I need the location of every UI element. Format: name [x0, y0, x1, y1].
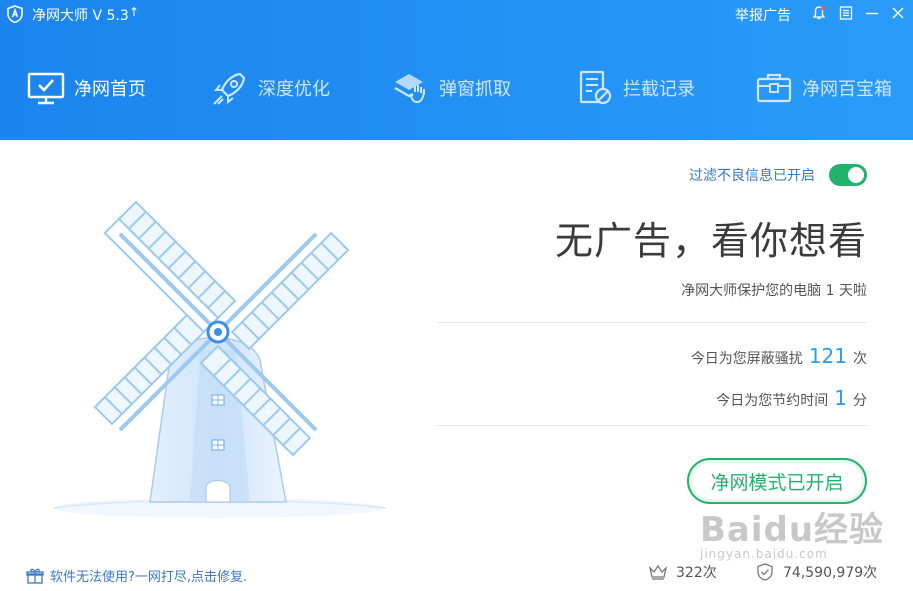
bell-icon[interactable]	[811, 5, 827, 21]
app-header: 净网大师 V 5.3 ↑ 举报广告 净网首页 深度优化 弹窗抓取 拦截记录 净网…	[0, 0, 913, 140]
nav-item-deep-optimize[interactable]: 深度优化	[210, 60, 330, 116]
divider	[437, 425, 867, 426]
windmill-illustration	[53, 200, 387, 518]
filter-toggle[interactable]	[829, 164, 867, 186]
shield-count-stat: 74,590,979次	[755, 562, 877, 582]
crown-count: 322次	[676, 565, 717, 581]
watermark: Baidu经验 jingyan.baidu.com	[700, 502, 884, 561]
nav-item-toolbox[interactable]: 净网百宝箱	[754, 60, 892, 116]
nav-label: 拦截记录	[623, 79, 695, 100]
toolbox-icon	[756, 73, 792, 103]
shield-check-icon	[757, 563, 773, 581]
protect-days-text: 净网大师保护您的电脑 1 天啦	[681, 280, 867, 300]
protect-prefix: 净网大师保护您的电脑	[681, 283, 822, 299]
blocked-suffix: 次	[853, 351, 867, 367]
protect-suffix: 天啦	[839, 283, 867, 299]
title-bar[interactable]: 净网大师 V 5.3 ↑ 举报广告	[0, 0, 913, 28]
blocked-prefix: 今日为您屏蔽骚扰	[690, 351, 803, 367]
gift-icon	[26, 568, 44, 584]
saved-suffix: 分	[853, 393, 867, 409]
blocked-count: 121	[808, 344, 847, 368]
repair-link-text: 软件无法使用?一网打尽,点击修复.	[50, 570, 248, 585]
app-title: 净网大师 V 5.3	[32, 8, 129, 24]
headline: 无广告，看你想看	[554, 219, 867, 263]
saved-time-stat: 今日为您节约时间 1 分	[716, 386, 867, 410]
protect-days: 1	[825, 283, 835, 299]
rocket-icon	[213, 72, 246, 105]
report-ad-button[interactable]: 举报广告	[735, 5, 791, 25]
main-nav: 净网首页 深度优化 弹窗抓取 拦截记录 净网百宝箱	[0, 60, 913, 116]
menu-icon[interactable]	[838, 5, 854, 21]
document-block-icon	[579, 70, 612, 105]
saved-prefix: 今日为您节约时间	[716, 393, 829, 409]
nav-label: 净网首页	[74, 79, 146, 100]
nav-label: 弹窗抓取	[439, 79, 511, 100]
filter-status-label: 过滤不良信息已开启	[689, 168, 815, 184]
clean-mode-button[interactable]: 净网模式已开启	[687, 458, 867, 504]
divider	[437, 322, 867, 323]
repair-link[interactable]: 软件无法使用?一网打尽,点击修复.	[26, 566, 247, 585]
nav-label: 深度优化	[258, 79, 330, 100]
nav-item-home[interactable]: 净网首页	[26, 60, 146, 116]
watermark-main: Baidu经验	[700, 510, 885, 550]
shield-count: 74,590,979次	[783, 565, 878, 581]
monitor-check-icon	[27, 72, 65, 105]
app-logo-icon	[7, 5, 23, 23]
crown-icon	[648, 564, 668, 580]
home-panel: 过滤不良信息已开启 无广告，看你想看 净网大师保护您的电脑 1 天啦 今日为您屏…	[0, 140, 913, 591]
filter-row: 过滤不良信息已开启	[689, 164, 867, 186]
minimize-icon[interactable]	[864, 5, 880, 21]
nav-label: 净网百宝箱	[802, 79, 892, 100]
nav-item-block-records[interactable]: 拦截记录	[575, 60, 695, 116]
toggle-knob	[848, 167, 864, 183]
saved-count: 1	[834, 386, 847, 410]
blocked-stat: 今日为您屏蔽骚扰 121 次	[691, 344, 867, 368]
upgrade-arrow-icon[interactable]: ↑	[129, 5, 139, 19]
nav-item-popup-capture[interactable]: 弹窗抓取	[391, 60, 511, 116]
crown-count-stat: 322次	[648, 562, 717, 582]
layers-hand-icon	[394, 74, 425, 104]
close-icon[interactable]	[890, 5, 906, 21]
